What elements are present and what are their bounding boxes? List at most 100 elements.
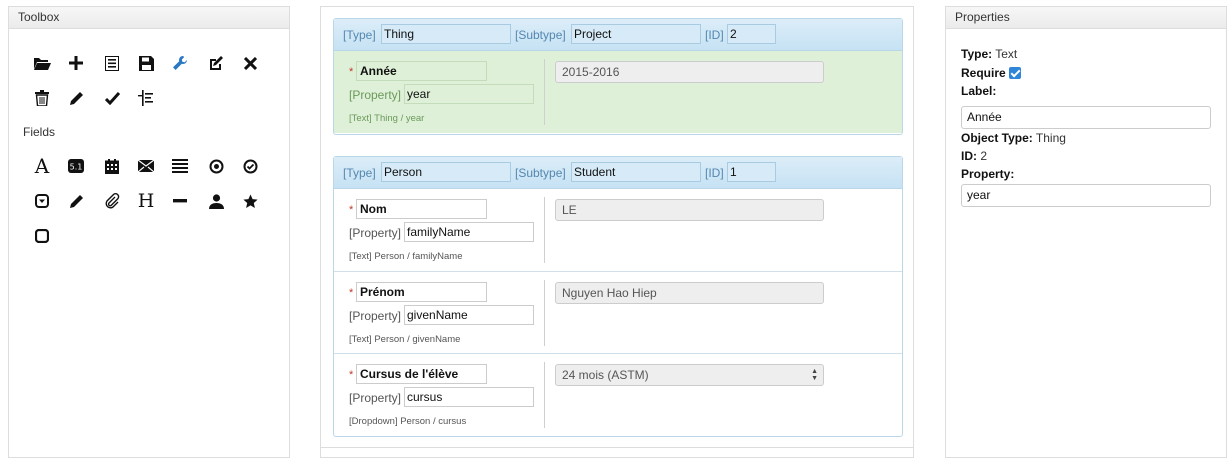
date-field-icon[interactable] <box>101 155 123 177</box>
field-row-cursus[interactable]: * Cursus de l'élève [Property] cursus [D… <box>334 353 902 435</box>
heading-field-icon[interactable]: H <box>135 190 157 212</box>
select-arrows-icon: ▲ ▼ <box>811 368 818 382</box>
row-divider <box>544 197 545 263</box>
square-field-icon[interactable] <box>31 225 53 247</box>
prop-label-line: Label: <box>961 84 996 98</box>
prop-id-value: 2 <box>980 149 988 163</box>
subtype-input[interactable]: Student <box>571 162 701 182</box>
save-icon[interactable] <box>135 52 157 74</box>
field-label-input[interactable]: Cursus de l'élève <box>356 364 487 384</box>
type-input[interactable]: Person <box>381 162 511 182</box>
close-icon[interactable] <box>239 52 261 74</box>
required-marker: * <box>349 369 354 381</box>
text-field-icon[interactable]: A <box>31 154 53 178</box>
edit-icon[interactable] <box>205 52 227 74</box>
fields-heading: Fields <box>23 125 56 139</box>
separator-field-icon[interactable] <box>169 190 191 212</box>
property-input[interactable]: year <box>961 184 1211 207</box>
field-value-dropdown[interactable]: 24 mois (ASTM) ▲ ▼ <box>555 364 824 386</box>
type-label: [Type] <box>343 28 376 42</box>
trash-icon[interactable] <box>31 87 53 109</box>
indent-icon[interactable] <box>135 87 157 109</box>
field-meta: [Dropdown] Person / cursus <box>349 416 467 427</box>
folder-open-icon[interactable] <box>31 52 53 74</box>
prop-property-line: Property: <box>961 167 1014 181</box>
property-input[interactable]: cursus <box>404 387 534 407</box>
checkbox-field-icon[interactable] <box>239 155 261 177</box>
prop-type-value: Text <box>995 47 1018 61</box>
field-label-input[interactable]: Prénom <box>356 282 487 302</box>
id-label: [ID] <box>705 28 724 42</box>
prop-label-label: Label: <box>961 84 997 98</box>
block-header: [Type] Thing [Subtype] Project [ID] 2 <box>334 19 902 51</box>
property-label: [Property] <box>349 391 402 405</box>
subtype-label: [Subtype] <box>515 28 566 42</box>
field-meta: [Text] Person / familyName <box>349 251 463 262</box>
prop-type-line: Type: Text <box>961 47 1017 61</box>
prop-type-label: Type: <box>961 47 993 61</box>
row-divider <box>544 280 545 346</box>
field-row-nom[interactable]: * Nom [Property] familyName [Text] Perso… <box>334 189 902 271</box>
list-icon[interactable] <box>101 52 123 74</box>
field-meta: [Text] Person / givenName <box>349 334 461 345</box>
number-field-icon[interactable]: 5.1 <box>65 155 87 177</box>
prop-id-label: ID: <box>961 149 977 163</box>
field-value-input[interactable]: LE <box>555 199 824 221</box>
row-divider <box>544 59 545 125</box>
subtype-input[interactable]: Project <box>571 24 701 44</box>
id-input[interactable]: 1 <box>727 162 776 182</box>
person-field-icon[interactable] <box>205 190 227 212</box>
property-input[interactable]: year <box>404 84 534 104</box>
properties-title: Properties <box>946 7 1226 29</box>
field-value-input[interactable]: 2015-2016 <box>555 61 824 83</box>
svg-text:5.1: 5.1 <box>70 163 83 172</box>
label-input[interactable]: Année <box>961 106 1211 129</box>
id-input[interactable]: 2 <box>727 24 776 44</box>
required-marker: * <box>349 66 354 78</box>
field-row-annee[interactable]: * Année [Property] year [Text] Thing / y… <box>334 51 902 133</box>
toolbox-panel: Toolbox Fields A 5.1 H <box>8 6 290 458</box>
required-marker: * <box>349 287 354 299</box>
star-field-icon[interactable] <box>239 190 261 212</box>
dropdown-selected-value: 24 mois (ASTM) <box>562 368 649 382</box>
block-header: [Type] Person [Subtype] Student [ID] 1 <box>334 157 902 189</box>
field-label-input[interactable]: Année <box>356 61 487 81</box>
type-input[interactable]: Thing <box>381 24 511 44</box>
row-divider <box>544 362 545 428</box>
canvas-divider <box>321 447 913 448</box>
object-block-thing[interactable]: [Type] Thing [Subtype] Project [ID] 2 * … <box>333 18 903 135</box>
field-value-input[interactable]: Nguyen Hao Hiep <box>555 282 824 304</box>
subtype-label: [Subtype] <box>515 166 566 180</box>
radio-field-icon[interactable] <box>205 155 227 177</box>
object-block-person[interactable]: [Type] Person [Subtype] Student [ID] 1 *… <box>333 156 903 437</box>
prop-require-label: Require <box>961 66 1006 80</box>
prop-object-type-line: Object Type: Thing <box>961 131 1066 145</box>
plus-icon[interactable] <box>65 52 87 74</box>
form-canvas: [Type] Thing [Subtype] Project [ID] 2 * … <box>320 6 914 458</box>
toolbox-title: Toolbox <box>9 7 289 29</box>
property-label: [Property] <box>349 88 402 102</box>
property-label: [Property] <box>349 309 402 323</box>
prop-property-label: Property: <box>961 167 1015 181</box>
type-label: [Type] <box>343 166 376 180</box>
check-icon[interactable] <box>101 87 123 109</box>
prop-require-line: Require <box>961 66 1021 80</box>
prop-object-type-value: Thing <box>1035 131 1066 145</box>
email-field-icon[interactable] <box>135 155 157 177</box>
pencil-field-icon[interactable] <box>65 190 87 212</box>
property-input[interactable]: familyName <box>404 222 534 242</box>
required-marker: * <box>349 204 354 216</box>
pencil-icon[interactable] <box>65 87 87 109</box>
field-label-input[interactable]: Nom <box>356 199 487 219</box>
wrench-icon[interactable] <box>169 52 191 74</box>
prop-id-line: ID: 2 <box>961 149 987 163</box>
dropdown-field-icon[interactable] <box>31 190 53 212</box>
id-label: [ID] <box>705 166 724 180</box>
properties-panel: Properties Type: Text Require Label: Ann… <box>945 6 1227 458</box>
textarea-field-icon[interactable] <box>169 155 191 177</box>
property-input[interactable]: givenName <box>404 305 534 325</box>
field-meta: [Text] Thing / year <box>349 113 425 124</box>
field-row-prenom[interactable]: * Prénom [Property] givenName [Text] Per… <box>334 271 902 353</box>
attachment-field-icon[interactable] <box>101 190 123 212</box>
require-checkbox[interactable] <box>1008 67 1021 79</box>
